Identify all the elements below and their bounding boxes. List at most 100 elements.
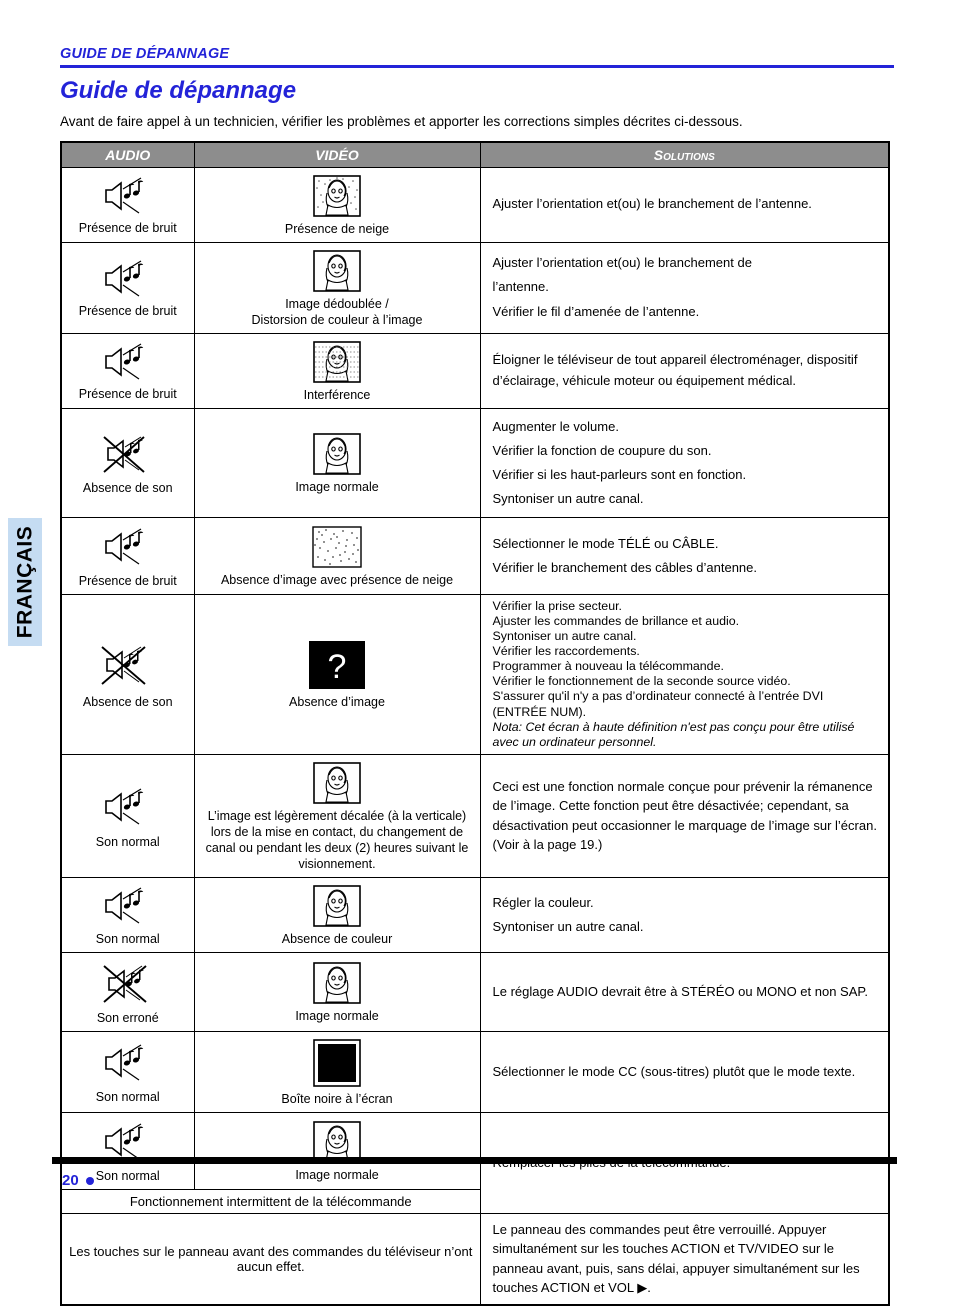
solutions-cell: Ajuster l’orientation et(ou) le branchem… (479, 166, 890, 243)
span-caption-cell: Fonctionnement intermittent de la téléco… (60, 1188, 481, 1214)
table-row: Présence de bruit (60, 241, 890, 334)
solution-line: Ceci est une fonction normale conçue pou… (492, 778, 877, 853)
solution-line: Programmer à nouveau la télécommande. (492, 659, 724, 674)
audio-cell: Présence de bruit (60, 516, 195, 595)
video-cell: Image normale (193, 1111, 481, 1190)
video-cell: Image dédoublée / Distorsion de couleur … (193, 241, 481, 334)
solution-note: Nota: Cet écran à haute définition n'est… (492, 719, 855, 749)
video-label: Interférence (303, 387, 371, 402)
speaker-noise-icon (96, 176, 160, 216)
table-row: Son normal (60, 1111, 890, 1214)
tv-normal-icon (313, 762, 361, 804)
video-label-line-2: Distorsion de couleur à l’image (251, 312, 423, 327)
audio-cell: Son normal (60, 876, 195, 953)
video-label: Image normale (295, 479, 379, 494)
table-row: Son normal Boîte noire à l’écran Sélecti… (60, 1030, 890, 1113)
solutions-cell: Éloigner le téléviseur de tout appareil … (479, 332, 890, 409)
audio-label: Son normal (95, 931, 160, 946)
speaker-noise-icon (96, 259, 160, 299)
video-cell: Interférence (193, 332, 481, 409)
page-number-label: 20 (62, 1172, 79, 1189)
speaker-normal-icon (96, 1041, 160, 1085)
solution-line: (ENTRÉE NUM). (492, 704, 587, 719)
audio-cell: Présence de bruit (60, 241, 195, 334)
section-kicker: GUIDE DE DÉPANNAGE (60, 46, 230, 62)
video-cell: Boîte noire à l’écran (193, 1030, 481, 1113)
solution-line: Syntoniser un autre canal. (492, 628, 637, 643)
video-label: Boîte noire à l’écran (281, 1091, 393, 1106)
audio-cell: Son normal (60, 1030, 195, 1113)
video-cell: L’image est légèrement décalée (à la ver… (193, 753, 481, 878)
column-header-video: VIDÉO (193, 141, 481, 168)
tv-interference-icon (313, 340, 361, 383)
symptom-text: Les touches sur le panneau avant des com… (69, 1243, 473, 1274)
svg-text:?: ? (328, 648, 347, 686)
solutions-cell: Régler la couleur. Syntoniser un autre c… (479, 876, 890, 953)
audio-label: Son normal (95, 1168, 160, 1183)
span-symptom-cell: Les touches sur le panneau avant des com… (60, 1212, 481, 1306)
table-row: Absence de son Image normale Augmenter l… (60, 407, 890, 518)
solution-line: Syntoniser un autre canal. (492, 918, 644, 934)
language-tab-label: FRANÇAIS (13, 525, 36, 639)
solution-line: Sélectionner le mode CC (sous-titres) pl… (492, 1063, 856, 1079)
speaker-muted-icon (93, 640, 163, 690)
tv-normal-icon (313, 962, 361, 1004)
page-content: GUIDE DE DÉPANNAGE Guide de dépannage Av… (60, 0, 894, 1306)
speaker-normal-icon (96, 784, 160, 830)
table-row: Son normal (60, 876, 890, 953)
video-label: Absence d’image avec présence de neige (220, 572, 454, 587)
video-label: Image normale (295, 1167, 379, 1182)
video-label: Absence d’image (289, 695, 385, 710)
audio-cell: Absence de son (60, 407, 195, 518)
table-row: Présence de bruit (60, 516, 890, 595)
tv-black-box-icon (313, 1039, 361, 1087)
page-number: 20 (62, 1172, 94, 1189)
solution-line: S'assurer qu'il n'y a pas d’ordinateur c… (492, 689, 824, 704)
table-row: Son erroné Image normale Le réglage AUDI… (60, 951, 890, 1032)
audio-label: Présence de bruit (78, 303, 177, 318)
solution-line: Vérifier le branchement des câbles d’ant… (492, 559, 758, 575)
solution-line: Le réglage AUDIO devrait être à STÉRÉO o… (492, 983, 869, 999)
audio-label: Présence de bruit (78, 386, 177, 401)
solution-line: Vérifier les raccordements. (492, 644, 640, 659)
video-cell: Absence d’image avec présence de neige (193, 516, 481, 595)
solution-line: Sélectionner le mode TÉLÉ ou CÂBLE. (492, 535, 719, 551)
tv-normal-icon (313, 432, 361, 475)
audio-cell: Présence de bruit (60, 332, 195, 409)
table-row: Absence de son ? Absence d’image Vérifie… (60, 593, 890, 755)
video-label: Absence de couleur (281, 931, 393, 946)
video-label: Présence de neige (284, 221, 390, 236)
solution-line: Le panneau des commandes peut être verro… (492, 1221, 860, 1296)
solutions-cell: Sélectionner le mode CC (sous-titres) pl… (479, 1030, 890, 1113)
video-cell: Absence de couleur (193, 876, 481, 953)
solution-line: Vérifier si les haut-parleurs sont en fo… (492, 466, 747, 482)
audio-cell: Son normal (60, 753, 195, 878)
solution-line: Vérifier la fonction de coupure du son. (492, 442, 712, 458)
solution-line: Ajuster les commandes de brillance et au… (492, 613, 740, 628)
intro-paragraph: Avant de faire appel à un technicien, vé… (60, 113, 743, 129)
solution-line: Ajuster l’orientation et(ou) le branchem… (492, 196, 812, 212)
tv-normal-icon (313, 885, 361, 927)
table-row: Présence de bruit (60, 166, 890, 243)
video-label: Image normale (295, 1008, 379, 1023)
troubleshooting-table: AUDIO VIDÉO Solutions Présence de bruit … (60, 140, 890, 1306)
language-tab-francais: FRANÇAIS (8, 518, 42, 646)
tv-snow-icon (313, 174, 361, 217)
video-cell: Image normale (193, 951, 481, 1032)
footer-bar (52, 1157, 897, 1164)
speaker-noise-icon (96, 342, 160, 382)
solution-line: Régler la couleur. (492, 894, 594, 910)
audio-label: Absence de son (82, 480, 173, 495)
solution-line: Vérifier le fonctionnement de la seconde… (492, 674, 791, 689)
table-row: Présence de bruit (60, 332, 890, 409)
table-row: Son normal (60, 753, 890, 878)
solutions-cell: Le réglage AUDIO devrait être à STÉRÉO o… (479, 951, 890, 1032)
span-caption: Fonctionnement intermittent de la téléco… (129, 1193, 412, 1209)
bullet-icon (85, 1176, 94, 1185)
video-label: L’image est légèrement décalée (à la ver… (205, 808, 469, 871)
column-header-solutions: Solutions (479, 141, 890, 168)
solution-line: Augmenter le volume. (492, 418, 619, 434)
audio-label: Son normal (95, 834, 160, 849)
column-header-audio: AUDIO (60, 141, 195, 168)
solutions-cell: Ceci est une fonction normale conçue pou… (479, 753, 890, 878)
